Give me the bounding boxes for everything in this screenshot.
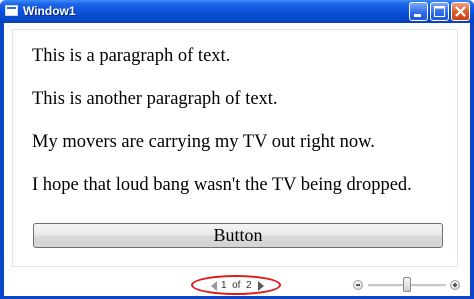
client-area: This is a paragraph of text. This is ano… (4, 23, 470, 296)
zoom-in-icon[interactable] (450, 280, 460, 290)
window-title: Window1 (23, 4, 76, 18)
page-of-label: of (232, 280, 241, 291)
paragraph-3: My movers are carrying my TV out right n… (32, 132, 375, 152)
page-navigator: 1 of 2 (191, 275, 281, 295)
paragraph-1: This is a paragraph of text. (32, 46, 231, 66)
close-button[interactable] (451, 2, 470, 21)
current-page: 1 (221, 280, 227, 291)
minimize-icon (414, 14, 421, 17)
page-indicator: 1 of 2 (221, 280, 252, 291)
paragraph-2: This is another paragraph of text. (32, 89, 278, 109)
window-border-right (470, 23, 474, 299)
maximize-icon (434, 6, 445, 17)
title-bar[interactable]: Window1 (0, 0, 474, 23)
zoom-slider-thumb[interactable] (403, 277, 411, 292)
previous-page-icon[interactable] (210, 281, 218, 291)
close-icon (455, 6, 466, 17)
viewer-status-bar: 1 of 2 (4, 274, 470, 296)
application-window: Window1 This is a paragraph of text. Thi… (0, 0, 474, 299)
minimize-button[interactable] (409, 2, 428, 21)
zoom-out-icon[interactable] (353, 280, 363, 290)
document-viewer[interactable]: This is a paragraph of text. This is ano… (12, 29, 458, 267)
document-button[interactable]: Button (33, 223, 443, 248)
window-icon[interactable] (5, 5, 18, 16)
total-pages: 2 (246, 280, 252, 291)
next-page-icon[interactable] (257, 281, 265, 291)
maximize-button[interactable] (430, 2, 449, 21)
paragraph-4: I hope that loud bang wasn't the TV bein… (32, 175, 412, 195)
